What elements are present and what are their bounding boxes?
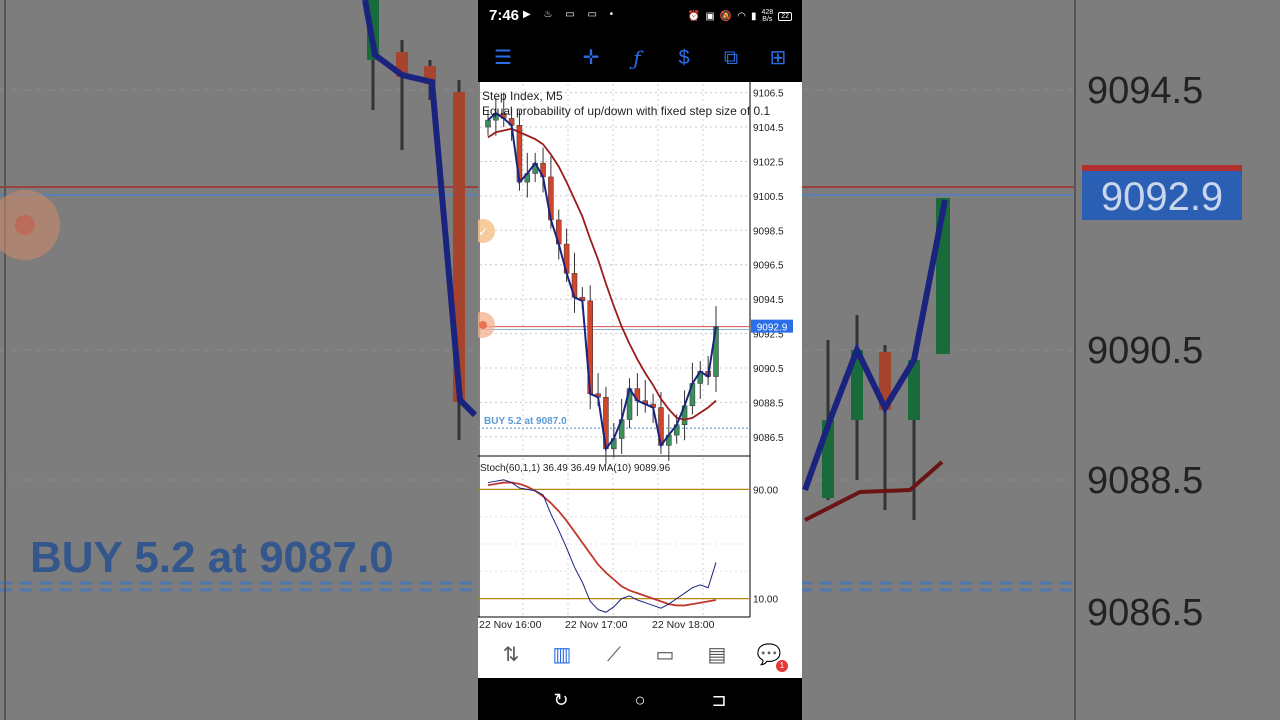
stoch-level-10: 10.00 <box>753 595 778 606</box>
messages-badge: 1 <box>776 660 788 672</box>
messages-icon[interactable]: 💬 1 <box>754 640 788 672</box>
bg-price-label: 9088.5 <box>1087 460 1203 502</box>
time-label: 22 Nov 17:00 <box>565 619 628 631</box>
price-axis-label: 9106.5 <box>753 89 784 100</box>
price-axis-label: 9094.5 <box>753 295 784 306</box>
system-status-icons: ⏰ ▣ 🔕 ◠ ▮ 428 B/s 22 <box>688 9 792 23</box>
battery-indicator: 22 <box>778 11 792 21</box>
new-order-icon[interactable]: ⊞ <box>764 44 792 72</box>
chart-description: Equal probability of up/down with fixed … <box>482 104 770 118</box>
bg-price-label: 9090.5 <box>1087 330 1203 372</box>
news-icon[interactable]: ▤ <box>702 640 732 670</box>
phone-screen: 7:46 ▶ ♨ ▭ ▭ • ⏰ ▣ 🔕 ◠ ▮ 428 B/s 22 ☰ ✛ ƒ… <box>478 0 802 720</box>
status-time: 7:46 <box>489 7 520 24</box>
indicator-label: Stoch(60,1,1) 36.49 36.49 MA(10) 9089.96 <box>480 463 671 474</box>
chart-area[interactable]: 9106.5 9104.5 9102.5 9100.5 9098.5 9096.5 9094… <box>478 82 802 632</box>
function-icon[interactable]: ƒ <box>623 44 651 72</box>
trade-icon[interactable]: $ <box>670 44 698 72</box>
price-axis-label: 9100.5 <box>753 192 784 203</box>
price-axis-label: 9098.5 <box>753 226 784 237</box>
system-navigation: ↻ ○ ⊐ <box>478 678 802 720</box>
back-icon[interactable]: ⊐ <box>705 686 733 714</box>
chart-icon[interactable]: ▥ <box>547 640 577 670</box>
candle-body <box>485 119 491 128</box>
bottom-navigation: ⇅ ▥ ⟋ ▭ ▤ 💬 1 <box>478 632 802 678</box>
windows-icon[interactable]: ⧉ <box>717 44 745 72</box>
cast-icon: ▣ <box>705 10 715 22</box>
notification-icons: ▶ ♨ ▭ ▭ • <box>523 9 619 20</box>
alarm-icon: ⏰ <box>687 10 701 22</box>
bg-position-label: BUY 5.2 at 9087.0 <box>30 533 394 582</box>
order-marker-dot <box>479 321 487 329</box>
bg-price-label: 9094.5 <box>1087 70 1203 112</box>
home-icon[interactable]: ○ <box>626 686 654 714</box>
recent-apps-icon[interactable]: ↻ <box>547 686 575 714</box>
quotes-icon[interactable]: ⇅ <box>496 640 526 670</box>
status-bar: 7:46 ▶ ♨ ▭ ▭ • ⏰ ▣ 🔕 ◠ ▮ 428 B/s 22 <box>478 0 802 34</box>
time-label: 22 Nov 16:00 <box>479 619 542 631</box>
position-label[interactable]: BUY 5.2 at 9087.0 <box>484 416 567 427</box>
wifi-icon: ◠ <box>737 10 746 22</box>
trade-icon[interactable]: ⟋ <box>599 640 629 670</box>
price-axis-label: 9104.5 <box>753 123 784 134</box>
chart-toolbar: ☰ ✛ ƒ $ ⧉ ⊞ <box>478 34 802 82</box>
price-axis-label: 9096.5 <box>753 261 784 272</box>
mute-icon: 🔕 <box>719 10 733 22</box>
net-speed: 428 B/s <box>761 9 774 23</box>
history-icon[interactable]: ▭ <box>650 640 680 670</box>
stoch-level-90: 90.00 <box>753 485 778 496</box>
bg-price-label: 9086.5 <box>1087 592 1203 634</box>
menu-icon[interactable]: ☰ <box>489 44 517 72</box>
time-label: 22 Nov 18:00 <box>652 619 715 631</box>
signal-icon: ▮ <box>751 10 757 22</box>
price-axis-label: 9088.5 <box>753 398 784 409</box>
price-axis-label: 9102.5 <box>753 157 784 168</box>
price-axis-label: 9086.5 <box>753 433 784 444</box>
price-chart[interactable]: 9106.5 9104.5 9102.5 9100.5 9098.5 9096.5 9094… <box>478 82 802 632</box>
trade-marker-glyph: ✓ <box>478 225 488 239</box>
crosshair-icon[interactable]: ✛ <box>577 44 605 72</box>
price-axis-label: 9090.5 <box>753 364 784 375</box>
chart-symbol: Step Index, M5 <box>482 89 563 103</box>
current-price-text: 9092.9 <box>757 323 788 334</box>
bg-price-tag-text: 9092.9 <box>1101 175 1223 219</box>
